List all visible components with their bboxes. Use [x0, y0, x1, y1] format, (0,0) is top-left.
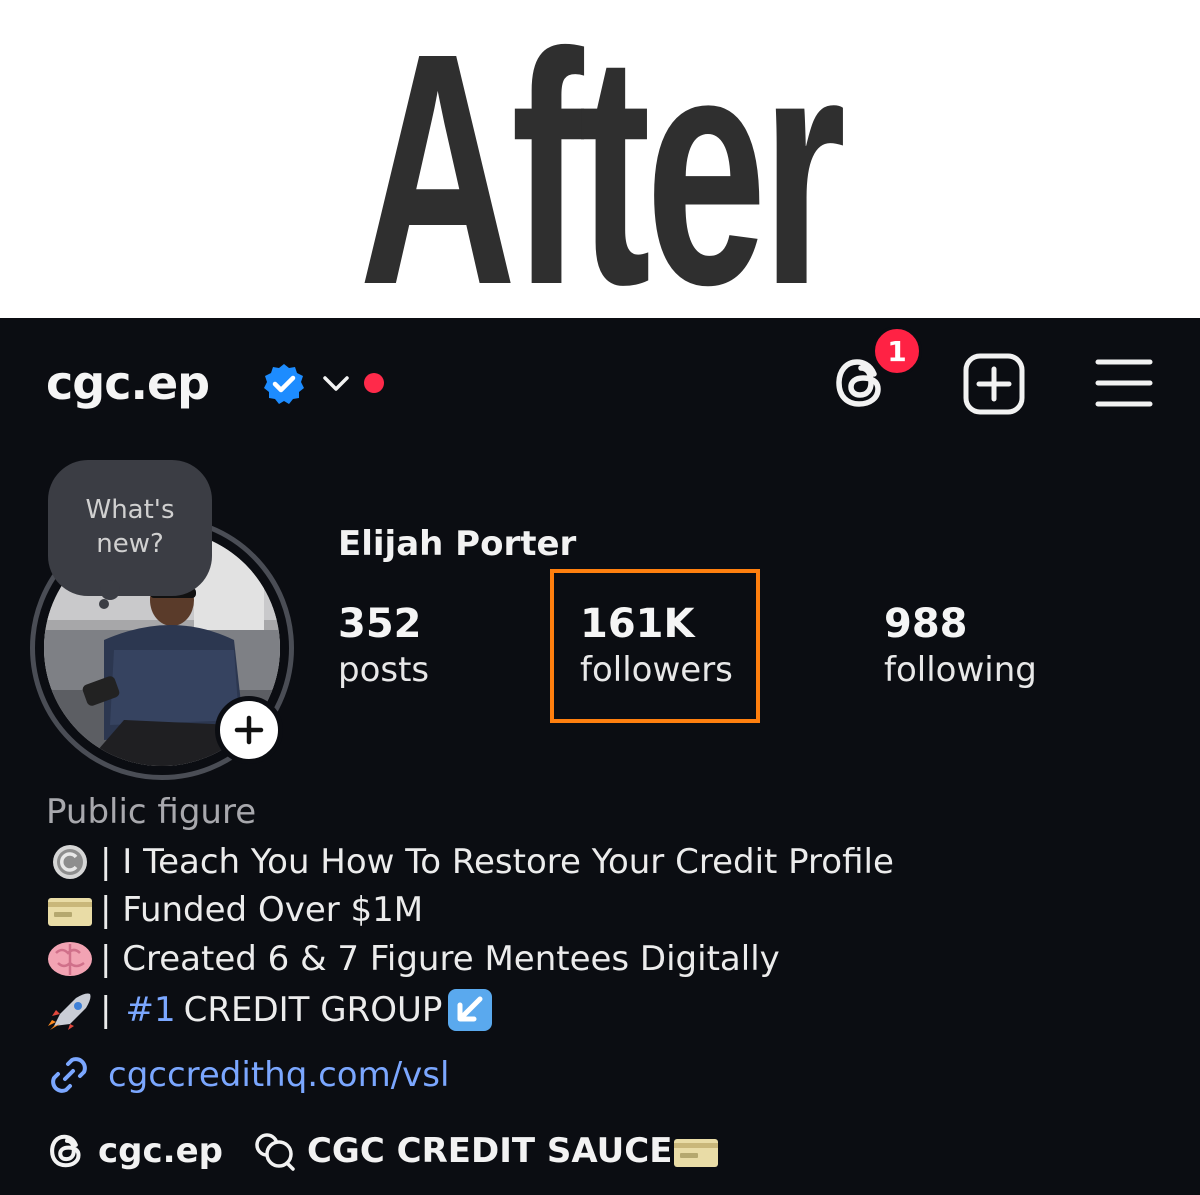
bio-line: | Created 6 & 7 Figure Mentees Digitally	[46, 939, 780, 979]
hamburger-menu-icon[interactable]	[1094, 356, 1154, 410]
posts-label: posts	[338, 650, 430, 690]
chevron-down-icon[interactable]	[322, 372, 350, 394]
posts-stat[interactable]: 352 posts	[338, 600, 429, 692]
link-icon	[51, 1057, 87, 1093]
bio-line: | Funded Over $1M	[46, 890, 423, 930]
bio-link-text[interactable]: cgccredithq.com/vsl	[108, 1055, 449, 1095]
followers-highlight-box	[550, 569, 760, 723]
threads-icon	[50, 1134, 81, 1168]
bio-link[interactable]: cgccredithq.com/vsl	[46, 1052, 449, 1098]
credit-card-icon	[48, 898, 92, 926]
broadcast-channel-chip[interactable]: CGC CREDIT SAUCE	[253, 1130, 722, 1172]
following-count: 988	[884, 601, 968, 647]
banner-title: After	[359, 0, 846, 353]
verified-badge-icon	[264, 364, 304, 404]
copyright-icon	[53, 845, 87, 879]
chat-bubbles-icon	[255, 1133, 295, 1171]
profile-screen: cgc.ep 1 What's new? Elijah Porter 352 p…	[0, 318, 1200, 1195]
following-label: following	[884, 650, 1037, 690]
down-left-arrow-icon	[448, 989, 493, 1031]
add-story-button[interactable]	[215, 696, 283, 764]
username-switcher[interactable]: cgc.ep	[46, 356, 210, 410]
hashtag-link[interactable]: #1	[125, 990, 175, 1030]
bio-line: | #1 CREDIT GROUP	[46, 988, 494, 1032]
plus-icon	[234, 715, 264, 745]
notes-bubble-tail	[99, 580, 120, 609]
category-label: Public figure	[46, 792, 257, 832]
posts-count: 352	[338, 601, 422, 647]
notes-line-2: new?	[96, 529, 164, 559]
profile-badges-row: cgc.ep CGC CREDIT SAUCE	[46, 1130, 722, 1172]
bio-text-2: | Funded Over $1M	[100, 890, 424, 930]
brain-icon	[48, 942, 92, 976]
full-name: Elijah Porter	[338, 524, 577, 564]
bio-text-3: | Created 6 & 7 Figure Mentees Digitally	[100, 939, 780, 979]
notes-line-1: What's	[85, 495, 175, 526]
threads-profile-chip[interactable]: cgc.ep	[46, 1130, 223, 1172]
threads-handle: cgc.ep	[98, 1131, 223, 1171]
activity-dot	[364, 373, 384, 393]
channel-name: CGC CREDIT SAUCE	[306, 1131, 673, 1171]
credit-card-icon	[674, 1139, 719, 1167]
create-post-icon[interactable]	[962, 352, 1026, 416]
bio-text-4: CREDIT GROUP	[183, 990, 443, 1030]
notes-bubble[interactable]: What's new?	[48, 460, 212, 596]
bio-text-1: | I Teach You How To Restore Your Credit…	[100, 842, 894, 882]
rocket-icon	[48, 993, 91, 1030]
notification-badge: 1	[872, 326, 922, 376]
bio-line: | I Teach You How To Restore Your Credit…	[46, 842, 894, 882]
after-banner: After	[0, 0, 1200, 334]
following-stat[interactable]: 988 following	[884, 600, 1037, 692]
bio-separator: |	[100, 990, 112, 1030]
